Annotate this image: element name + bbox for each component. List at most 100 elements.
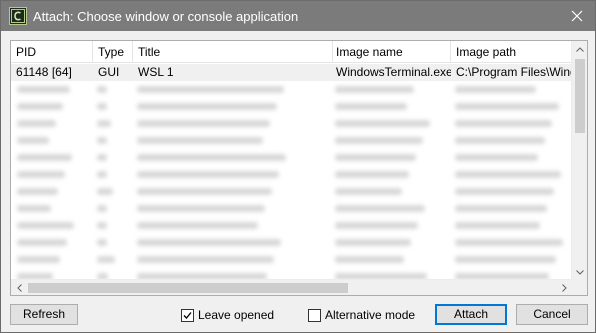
redacted-cell bbox=[97, 239, 107, 246]
redacted-row[interactable] bbox=[11, 132, 572, 149]
app-icon bbox=[9, 7, 27, 25]
redacted-cell bbox=[17, 239, 67, 246]
scrollbar-corner bbox=[571, 279, 587, 295]
redacted-cell bbox=[335, 256, 404, 263]
redacted-cell bbox=[137, 171, 279, 178]
scroll-up-icon[interactable] bbox=[572, 41, 587, 57]
redacted-cell bbox=[455, 205, 547, 212]
redacted-cell bbox=[335, 120, 430, 127]
redacted-row[interactable] bbox=[11, 166, 572, 183]
close-icon[interactable] bbox=[559, 1, 595, 31]
redacted-cell bbox=[137, 103, 277, 110]
column-header-pid[interactable]: PID bbox=[11, 41, 93, 63]
redacted-cell bbox=[455, 256, 556, 263]
list-header: PID Type Title Image name Image path bbox=[11, 41, 572, 63]
redacted-cell bbox=[335, 222, 418, 229]
redacted-cell bbox=[17, 103, 63, 110]
checkbox-checked-icon bbox=[181, 308, 194, 322]
redacted-row[interactable] bbox=[11, 115, 572, 132]
redacted-cell bbox=[137, 205, 265, 212]
redacted-cell bbox=[335, 137, 423, 144]
redacted-cell bbox=[137, 239, 281, 246]
leave-opened-label: Leave opened bbox=[198, 308, 275, 322]
redacted-cell bbox=[17, 86, 70, 93]
redacted-cell bbox=[335, 205, 425, 212]
redacted-cell bbox=[335, 171, 409, 178]
column-header-image-path[interactable]: Image path bbox=[451, 41, 572, 63]
redacted-row[interactable] bbox=[11, 149, 572, 166]
redacted-cell bbox=[335, 154, 416, 161]
redacted-cell bbox=[97, 137, 107, 144]
column-header-type[interactable]: Type bbox=[93, 41, 133, 63]
redacted-cell bbox=[455, 188, 554, 195]
attach-button[interactable]: Attach bbox=[435, 304, 507, 325]
redacted-cell bbox=[137, 154, 286, 161]
alternative-mode-label: Alternative mode bbox=[325, 308, 416, 322]
redacted-row[interactable] bbox=[11, 81, 572, 98]
scroll-right-icon[interactable] bbox=[556, 280, 572, 295]
redacted-row[interactable] bbox=[11, 251, 572, 268]
vertical-scrollbar[interactable] bbox=[571, 41, 587, 280]
redacted-cell bbox=[335, 239, 411, 246]
redacted-cell bbox=[455, 120, 552, 127]
redacted-row[interactable] bbox=[11, 200, 572, 217]
redacted-cell bbox=[137, 222, 258, 229]
redacted-cell bbox=[455, 103, 559, 110]
scroll-down-icon[interactable] bbox=[572, 264, 587, 280]
redacted-cell bbox=[137, 86, 284, 93]
process-list[interactable]: PID Type Title Image name Image path 611… bbox=[10, 40, 588, 296]
redacted-cell bbox=[97, 171, 107, 178]
redacted-cell bbox=[137, 256, 274, 263]
redacted-cell bbox=[335, 103, 407, 110]
redacted-cell bbox=[97, 256, 115, 263]
redacted-row[interactable] bbox=[11, 183, 572, 200]
cancel-button[interactable]: Cancel bbox=[516, 304, 588, 325]
redacted-cell bbox=[97, 205, 107, 212]
redacted-cell bbox=[17, 222, 74, 229]
redacted-cell bbox=[455, 171, 561, 178]
column-header-image-name[interactable]: Image name bbox=[331, 41, 451, 63]
redacted-cell bbox=[17, 171, 65, 178]
redacted-cell bbox=[335, 188, 402, 195]
redacted-cell bbox=[137, 120, 270, 127]
redacted-cell bbox=[97, 120, 111, 127]
leave-opened-checkbox[interactable]: Leave opened bbox=[181, 307, 274, 323]
redacted-cell bbox=[455, 137, 545, 144]
redacted-cell bbox=[455, 154, 538, 161]
refresh-button[interactable]: Refresh bbox=[10, 304, 78, 325]
redacted-cell bbox=[335, 86, 414, 93]
column-header-title[interactable]: Title bbox=[133, 41, 333, 63]
cell-pid: 61148 [64] bbox=[16, 65, 72, 79]
list-rows: 61148 [64] GUI WSL 1 WindowsTerminal.exe… bbox=[11, 64, 572, 280]
cell-title: WSL 1 bbox=[138, 65, 174, 79]
redacted-cell bbox=[17, 120, 56, 127]
horizontal-scroll-thumb[interactable] bbox=[28, 283, 348, 293]
redacted-cell bbox=[97, 86, 107, 93]
horizontal-scrollbar[interactable] bbox=[11, 279, 572, 295]
cell-type: GUI bbox=[98, 65, 120, 79]
cell-image-path: C:\Program Files\Window bbox=[456, 65, 572, 79]
redacted-cell bbox=[17, 154, 72, 161]
redacted-cell bbox=[17, 188, 58, 195]
redacted-cell bbox=[17, 256, 60, 263]
redacted-cell bbox=[455, 239, 563, 246]
window-title: Attach: Choose window or console applica… bbox=[33, 9, 299, 24]
table-row[interactable]: 61148 [64] GUI WSL 1 WindowsTerminal.exe… bbox=[11, 64, 572, 81]
attach-dialog: Attach: Choose window or console applica… bbox=[0, 0, 596, 333]
redacted-cell bbox=[455, 86, 536, 93]
redacted-row[interactable] bbox=[11, 98, 572, 115]
cell-image-name: WindowsTerminal.exe bbox=[336, 65, 451, 79]
redacted-cell bbox=[97, 222, 107, 229]
scroll-left-icon[interactable] bbox=[11, 280, 27, 295]
redacted-row[interactable] bbox=[11, 234, 572, 251]
vertical-scroll-thumb[interactable] bbox=[575, 59, 585, 133]
title-bar: Attach: Choose window or console applica… bbox=[1, 1, 595, 31]
redacted-cell bbox=[137, 188, 272, 195]
checkbox-unchecked-icon bbox=[308, 308, 321, 322]
alternative-mode-checkbox[interactable]: Alternative mode bbox=[308, 307, 415, 323]
redacted-cell bbox=[97, 154, 107, 161]
redacted-cell bbox=[97, 103, 107, 110]
redacted-cell bbox=[97, 188, 113, 195]
redacted-cell bbox=[455, 222, 540, 229]
redacted-row[interactable] bbox=[11, 217, 572, 234]
